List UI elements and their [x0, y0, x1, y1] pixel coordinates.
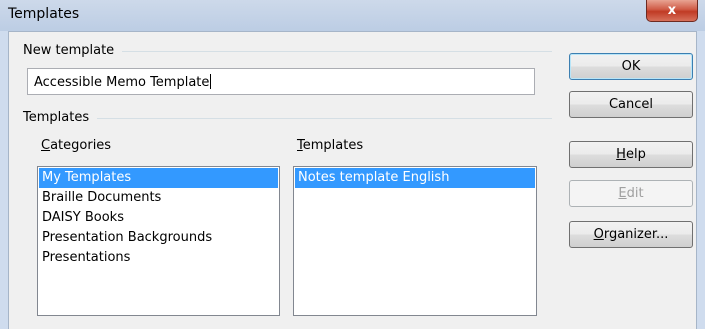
- category-item[interactable]: My Templates: [39, 168, 278, 188]
- window-title: Templates: [8, 6, 80, 22]
- new-template-separator: [122, 51, 552, 52]
- templates-label-text: emplates: [302, 138, 364, 153]
- category-item[interactable]: Braille Documents: [39, 188, 278, 208]
- templates-separator: [97, 118, 552, 119]
- new-template-group-label: New template: [23, 43, 115, 58]
- cancel-label: Cancel: [608, 97, 654, 112]
- category-item[interactable]: Presentation Backgrounds: [39, 228, 278, 248]
- categories-label-mnemonic: C: [41, 138, 51, 153]
- organizer-mnemonic: O: [593, 227, 604, 242]
- template-name-value: Accessible Memo Template: [34, 75, 210, 90]
- category-item[interactable]: DAISY Books: [39, 208, 278, 228]
- ok-button[interactable]: OK: [569, 53, 693, 80]
- templates-label: Templates: [297, 138, 363, 153]
- template-item[interactable]: Notes template English: [295, 168, 535, 188]
- categories-list[interactable]: My Templates Braille Documents DAISY Boo…: [37, 166, 280, 316]
- categories-label-text: ategories: [50, 138, 112, 153]
- text-caret: [210, 74, 212, 89]
- edit-label-text: dit: [626, 186, 644, 201]
- categories-label: Categories: [41, 138, 111, 153]
- templates-list[interactable]: Notes template English: [293, 166, 537, 316]
- organizer-label: Organizer...: [594, 227, 669, 242]
- help-label: Help: [616, 147, 646, 162]
- help-button[interactable]: Help: [569, 141, 693, 168]
- template-name-input[interactable]: Accessible Memo Template: [27, 68, 535, 95]
- category-item[interactable]: Presentations: [39, 248, 278, 268]
- cancel-button[interactable]: Cancel: [569, 91, 693, 118]
- organizer-label-text: rganizer...: [603, 227, 669, 242]
- edit-label: Edit: [618, 186, 643, 201]
- organizer-button[interactable]: Organizer...: [569, 221, 693, 248]
- help-mnemonic: H: [616, 147, 626, 162]
- close-button[interactable]: x: [646, 0, 698, 22]
- edit-button[interactable]: Edit: [569, 180, 693, 207]
- help-label-text: elp: [625, 147, 646, 162]
- close-icon: x: [667, 3, 677, 18]
- templates-group-label: Templates: [23, 110, 90, 125]
- title-bar: Templates x: [0, 0, 705, 31]
- edit-mnemonic: E: [618, 186, 627, 201]
- ok-label: OK: [621, 59, 641, 74]
